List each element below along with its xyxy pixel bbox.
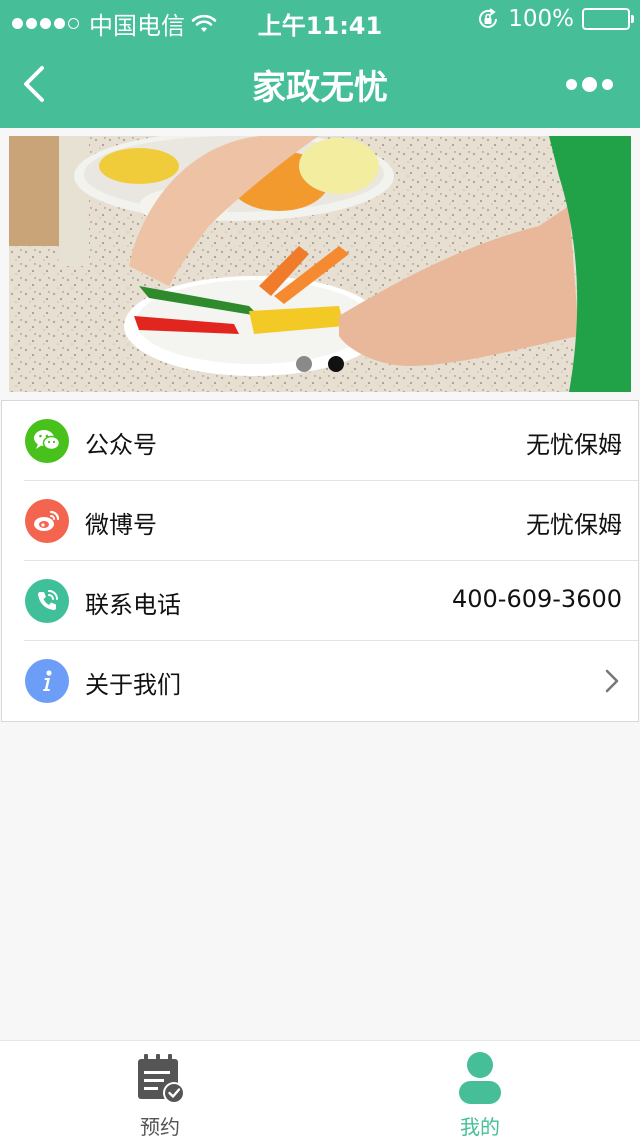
- rotation-lock-icon: [479, 8, 498, 28]
- weibo-icon: [25, 499, 69, 543]
- calendar-check-icon: [138, 1054, 185, 1104]
- carousel-dot-active[interactable]: [328, 356, 344, 372]
- list-item-about[interactable]: 关于我们: [2, 641, 638, 721]
- status-right: 100%: [476, 6, 634, 32]
- carousel-indicator: [9, 356, 631, 372]
- list-item-label: 公众号: [85, 431, 157, 459]
- list-item-value: 400-609-3600: [451, 585, 622, 613]
- list-item-label: 微博号: [85, 511, 157, 539]
- chevron-right-icon: [605, 669, 619, 693]
- tab-bar: 预约 我的: [0, 1040, 640, 1136]
- list-item-value: 无忧保姆: [526, 431, 622, 459]
- signal-strength-icon: [12, 18, 79, 29]
- tab-label: 我的: [460, 1115, 500, 1136]
- status-bar: 中国电信 上午11:41 100%: [0, 0, 640, 40]
- carrier-name: 中国电信: [89, 12, 185, 40]
- carousel-dot[interactable]: [296, 356, 312, 372]
- list-item-wechat[interactable]: 公众号 无忧保姆: [2, 401, 638, 481]
- list-item-label: 联系电话: [85, 591, 181, 619]
- tab-mine[interactable]: 我的: [320, 1041, 640, 1136]
- phone-icon: [25, 579, 69, 623]
- info-icon: [25, 659, 69, 703]
- more-options-icon[interactable]: [566, 70, 616, 98]
- wifi-icon: [191, 14, 217, 32]
- list-item-value: 无忧保姆: [526, 511, 622, 539]
- banner-image: [9, 136, 631, 392]
- user-icon: [459, 1052, 501, 1104]
- page-title: 家政无忧: [252, 68, 388, 108]
- list-item-label: 关于我们: [85, 671, 181, 699]
- list-item-phone[interactable]: 联系电话 400-609-3600: [2, 561, 638, 641]
- nav-bar: 家政无忧: [0, 40, 640, 128]
- info-list: 公众号 无忧保姆 微博号 无忧保姆 联系电话 400-609-3600 关于我们: [1, 400, 639, 722]
- tab-booking[interactable]: 预约: [0, 1041, 320, 1136]
- tab-label: 预约: [140, 1115, 180, 1136]
- battery-icon: [582, 8, 634, 30]
- banner-carousel[interactable]: [9, 136, 631, 392]
- wechat-icon: [25, 419, 69, 463]
- back-arrow-icon[interactable]: [16, 62, 60, 106]
- status-left: 中国电信: [12, 6, 217, 41]
- battery-percent: 100%: [508, 6, 574, 32]
- list-item-weibo[interactable]: 微博号 无忧保姆: [2, 481, 638, 561]
